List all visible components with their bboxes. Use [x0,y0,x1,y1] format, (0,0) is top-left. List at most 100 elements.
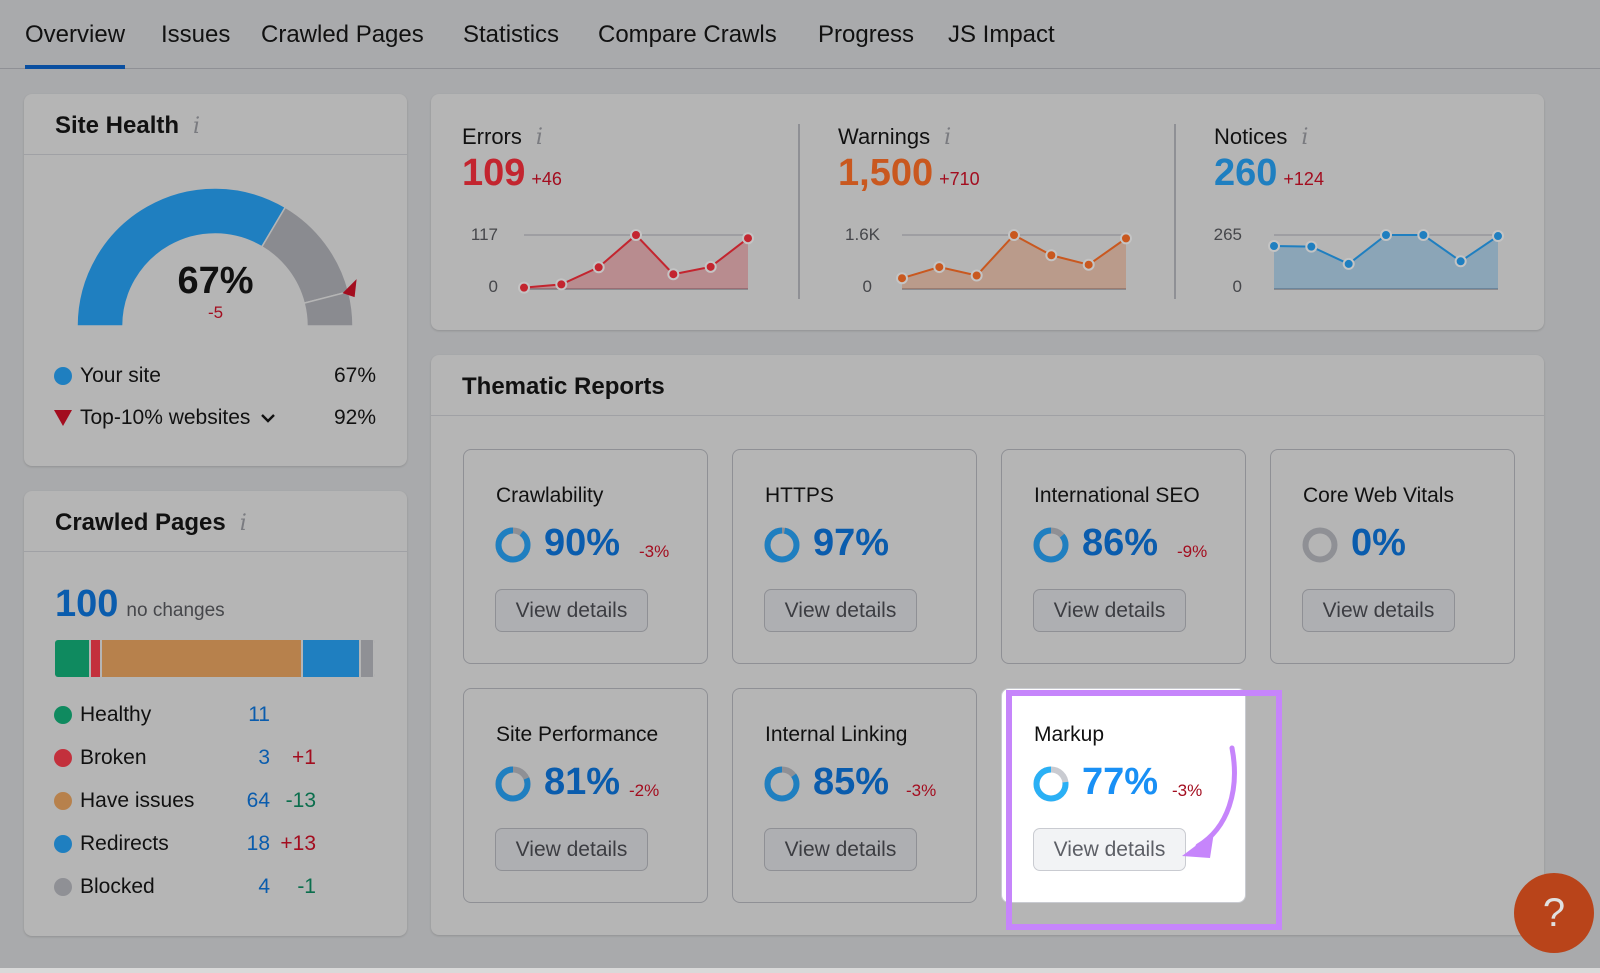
crawled-label: Healthy [80,703,152,726]
metric-warnings: Warnings i 1,500 +710 [838,124,980,195]
sparkline-point[interactable] [704,260,717,273]
bar-segment-broken[interactable] [91,640,103,677]
sparkline-point[interactable] [592,261,605,274]
report-title: HTTPS [765,484,834,507]
crawled-total-value[interactable]: 100 [55,583,118,626]
crawled-list-item[interactable]: Broken 3 +1 [54,746,354,770]
legend-label: Top-10% websites [80,406,251,429]
tab-crawled-pages[interactable]: Crawled Pages [261,18,424,69]
view-details-button[interactable]: View details [1033,589,1186,632]
help-button[interactable]: ? [1514,873,1594,953]
metric-delta: +710 [939,169,980,189]
view-details-button[interactable]: View details [495,589,648,632]
metric-value[interactable]: 109 [462,152,525,195]
sparkline-point[interactable] [742,232,754,245]
crawled-delta: -13 [285,789,316,812]
bar-segment-redirects[interactable] [302,640,361,677]
info-icon[interactable]: i [944,125,951,150]
view-details-button[interactable]: View details [1033,828,1186,871]
site-health-card: Site Health i 67% -5 Your site 67% Top-10… [24,94,407,466]
site-health-header: Site Health i [24,94,407,155]
donut-progress-icon [1302,527,1338,563]
legend-top10[interactable]: Top-10% websites 92% [54,406,376,430]
view-details-button[interactable]: View details [1302,589,1455,632]
bar-segment-healthy[interactable] [55,640,92,677]
sparkline-point[interactable] [1492,230,1504,243]
axis-min-label: 0 [862,277,872,296]
divider [1174,124,1176,299]
metric-value[interactable]: 1,500 [838,152,933,195]
sparkline-point[interactable] [1454,255,1467,268]
sparkline-point[interactable] [1082,258,1095,271]
status-dot-icon [54,792,72,810]
info-icon[interactable]: i [193,114,200,139]
sparkline-point[interactable] [1268,240,1280,253]
sparkline-point[interactable] [1380,229,1392,241]
legend-label: Your site [80,364,161,387]
sparkline-chart [896,229,1132,290]
metric-value[interactable]: 260 [1214,152,1277,195]
crawled-label: Redirects [80,832,169,855]
sparkline-point[interactable] [1008,229,1020,241]
status-dot-icon [54,706,72,724]
report-percentage: 90% [544,522,621,564]
tab-compare-crawls[interactable]: Compare Crawls [598,18,777,69]
crawled-count[interactable]: 64 [210,789,270,813]
tab-bar: Overview Issues Crawled Pages Statistics… [0,0,1600,69]
crawled-pages-header: Crawled Pages i [24,491,407,552]
report-delta: -3% [639,542,670,561]
sparkline-point[interactable] [667,268,680,281]
status-dot-icon [54,835,72,853]
axis-max-label: 117 [470,225,498,244]
tab-overview[interactable]: Overview [25,18,126,69]
sparkline-point[interactable] [555,278,568,291]
sparkline-point[interactable] [1417,229,1430,241]
crawled-count[interactable]: 4 [210,875,270,899]
view-details-button[interactable]: View details [764,589,917,632]
info-icon[interactable]: i [536,125,543,150]
report-percentage: 85% [813,761,890,803]
donut-progress-icon [1033,527,1069,563]
crawled-count[interactable]: 11 [210,703,270,727]
view-details-button[interactable]: View details [764,828,917,871]
tab-progress[interactable]: Progress [818,18,914,69]
crawled-list-item[interactable]: Healthy 11 [54,703,354,727]
gauge-value: 67% [177,260,254,302]
crawled-pages-title: Crawled Pages [55,509,226,536]
status-dot-icon [54,878,72,896]
tab-issues[interactable]: Issues [161,18,230,69]
sparkline-chart [518,229,754,294]
report-delta: -9% [1177,542,1208,561]
sparkline-point[interactable] [518,281,530,294]
crawled-label: Blocked [80,875,155,898]
sparkline-point[interactable] [1120,232,1132,245]
sparkline-point[interactable] [1045,249,1058,262]
bar-segment-blocked[interactable] [360,640,375,677]
metric-title-row: Notices i [1214,124,1324,150]
crawled-list-item[interactable]: Blocked 4 -1 [54,875,354,899]
sparkline-point[interactable] [933,261,946,274]
sparkline-point[interactable] [896,272,908,285]
info-icon[interactable]: i [240,511,247,536]
crawled-list-item[interactable]: Have issues 64 -13 [54,789,354,813]
sparkline-point[interactable] [970,269,983,282]
bar-segment-have-issues[interactable] [102,640,303,677]
info-icon[interactable]: i [1301,125,1308,150]
legend-value: 67% [333,364,376,387]
sparkline-point[interactable] [1342,257,1355,270]
sparkline-point[interactable] [1305,240,1318,253]
view-details-button[interactable]: View details [495,828,648,871]
report-title: Markup [1034,723,1105,746]
metric-errors: Errors i 109 +46 [462,124,562,195]
chevron-down-icon[interactable] [260,412,276,424]
sparkline-point[interactable] [630,229,642,241]
crawled-list-item[interactable]: Redirects 18 +13 [54,832,354,856]
tab-js-impact[interactable]: JS Impact [948,18,1055,69]
tab-statistics[interactable]: Statistics [463,18,559,69]
crawled-label: Have issues [80,789,195,812]
donut-progress-icon [764,527,800,563]
crawled-count[interactable]: 18 [210,832,270,856]
report-delta: -3% [906,781,937,800]
crawled-count[interactable]: 3 [210,746,270,770]
thematic-reports-header: Thematic Reports [431,355,1544,416]
